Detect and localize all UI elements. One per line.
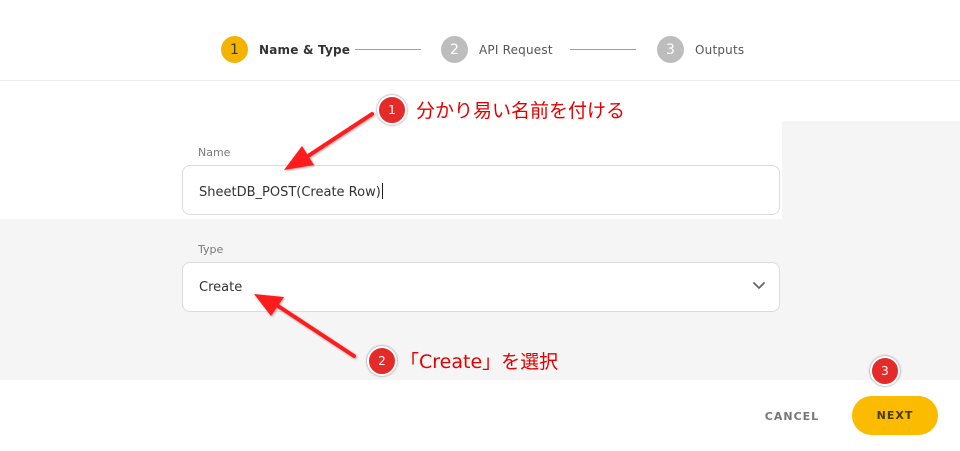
- annotation-badge-2: 2: [367, 346, 397, 376]
- scrolled-content-remnant: [0, 0, 960, 4]
- step-connector: [355, 49, 421, 50]
- name-input-value: SheetDB_POST(Create Row): [199, 185, 381, 200]
- annotation-note-1: 分かり易い名前を付ける: [416, 100, 626, 122]
- annotation-badge-3: 3: [870, 356, 900, 386]
- step-outputs[interactable]: 3 Outputs: [657, 36, 744, 63]
- content-area-shade: [782, 121, 960, 219]
- step-label: API Request: [479, 42, 553, 57]
- step-api-request[interactable]: 2 API Request: [441, 36, 553, 63]
- step-number: 3: [657, 36, 684, 63]
- cancel-button[interactable]: CANCEL: [756, 404, 828, 428]
- annotation-badge-1: 1: [377, 95, 407, 125]
- text-cursor: [381, 183, 383, 199]
- step-name-type[interactable]: 1 Name & Type: [221, 36, 350, 63]
- type-field-label: Type: [198, 243, 224, 256]
- name-input[interactable]: SheetDB_POST(Create Row): [182, 165, 780, 215]
- next-button[interactable]: NEXT: [852, 396, 938, 435]
- chevron-down-icon: [753, 282, 765, 289]
- name-field-label: Name: [198, 146, 231, 159]
- step-connector: [570, 49, 636, 50]
- step-label: Name & Type: [259, 42, 351, 57]
- type-select-value: Create: [199, 280, 243, 295]
- annotation-note-2: 「Create」を選択: [400, 351, 559, 373]
- step-label: Outputs: [695, 42, 745, 57]
- step-number: 2: [441, 36, 468, 63]
- step-number: 1: [221, 36, 248, 63]
- type-select[interactable]: Create: [182, 262, 780, 312]
- stepper: 1 Name & Type 2 API Request 3 Outputs: [0, 0, 960, 81]
